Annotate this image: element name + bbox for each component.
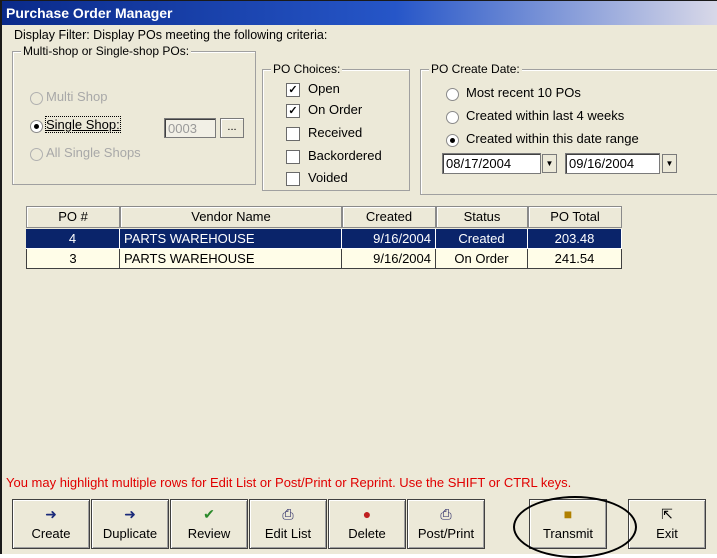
shop-scope-legend: Multi-shop or Single-shop POs: xyxy=(21,44,192,58)
col-header-created[interactable]: Created xyxy=(342,206,436,228)
post-print-button[interactable]: ⎙ Post/Print xyxy=(407,499,485,549)
transmit-button[interactable]: ■ Transmit xyxy=(529,499,607,549)
from-date-dropdown[interactable]: ▼ xyxy=(542,154,557,173)
col-header-po[interactable]: PO # xyxy=(26,206,120,228)
exit-button-label: Exit xyxy=(656,526,678,541)
review-button[interactable]: ✔ Review xyxy=(170,499,248,549)
delete-button[interactable]: ● Delete xyxy=(328,499,406,549)
multi-shop-label: Multi Shop xyxy=(46,89,108,104)
post-print-button-label: Post/Print xyxy=(417,526,475,541)
col-header-total[interactable]: PO Total xyxy=(528,206,622,228)
po-choices-legend: PO Choices: xyxy=(271,62,343,76)
window-title: Purchase Order Manager xyxy=(6,5,173,21)
last-4-weeks-radio[interactable] xyxy=(446,111,459,124)
single-shop-radio[interactable] xyxy=(30,120,43,133)
col-header-status[interactable]: Status xyxy=(436,206,528,228)
shop-code-field[interactable]: 0003 xyxy=(164,118,216,138)
duplicate-button[interactable]: ➜ Duplicate xyxy=(91,499,169,549)
voided-checkbox[interactable] xyxy=(286,172,300,186)
single-shop-label: Single Shop: xyxy=(45,116,121,133)
review-button-label: Review xyxy=(187,526,231,541)
most-recent-radio[interactable] xyxy=(446,88,459,101)
shop-browse-button[interactable]: ... xyxy=(220,118,244,138)
exit-button[interactable]: ⇱ Exit xyxy=(628,499,706,549)
title-bar: Purchase Order Manager xyxy=(2,1,717,25)
created-cell: 9/16/2004 xyxy=(342,249,436,269)
open-checkbox[interactable]: ✓ xyxy=(286,83,300,97)
edit-list-button-label: Edit List xyxy=(264,526,312,541)
date-range-radio[interactable] xyxy=(446,134,459,147)
on-order-label: On Order xyxy=(308,102,363,117)
delete-button-label: Delete xyxy=(348,526,386,541)
voided-label: Voided xyxy=(308,170,348,185)
status-cell: Created xyxy=(436,229,528,249)
all-single-shops-radio[interactable] xyxy=(30,148,43,161)
exit-icon: ⇱ xyxy=(661,506,673,522)
printer-icon: ⎙ xyxy=(440,506,452,522)
po-total-cell: 203.48 xyxy=(528,229,622,249)
date-range-label: Created within this date range xyxy=(466,131,639,146)
vendor-name-cell: PARTS WAREHOUSE xyxy=(120,229,342,249)
multi-select-hint: You may highlight multiple rows for Edit… xyxy=(6,475,572,490)
received-label: Received xyxy=(308,125,363,140)
duplicate-icon: ➜ xyxy=(124,506,136,522)
all-single-shops-label: All Single Shops xyxy=(46,145,141,160)
multi-shop-radio[interactable] xyxy=(30,92,43,105)
printer-icon: ⎙ xyxy=(282,506,294,522)
create-button-label: Create xyxy=(31,526,71,541)
po-number-cell: 3 xyxy=(26,249,120,269)
duplicate-button-label: Duplicate xyxy=(102,526,158,541)
backordered-label: Backordered xyxy=(308,148,382,163)
backordered-checkbox[interactable] xyxy=(286,150,300,164)
received-checkbox[interactable] xyxy=(286,127,300,141)
col-header-vendor[interactable]: Vendor Name xyxy=(120,206,342,228)
chevron-down-icon: ▼ xyxy=(545,159,554,168)
po-number-cell: 4 xyxy=(26,229,120,249)
create-icon: ➜ xyxy=(45,506,57,522)
edit-list-button[interactable]: ⎙ Edit List xyxy=(249,499,327,549)
to-date-dropdown[interactable]: ▼ xyxy=(662,154,677,173)
created-cell: 9/16/2004 xyxy=(342,229,436,249)
transmit-button-label: Transmit xyxy=(542,526,594,541)
create-date-legend: PO Create Date: xyxy=(429,62,522,76)
transmit-icon: ■ xyxy=(563,506,573,522)
open-label: Open xyxy=(308,81,340,96)
vendor-name-cell: PARTS WAREHOUSE xyxy=(120,249,342,269)
to-date-field[interactable]: 09/16/2004 xyxy=(565,153,660,174)
chevron-down-icon: ▼ xyxy=(665,159,674,168)
delete-icon: ● xyxy=(362,506,372,522)
last-4-weeks-label: Created within last 4 weeks xyxy=(466,108,625,123)
checkmark-icon: ✔ xyxy=(203,506,215,522)
from-date-field[interactable]: 08/17/2004 xyxy=(442,153,541,174)
purchase-order-manager-window: Purchase Order Manager Display Filter: D… xyxy=(0,0,717,558)
most-recent-label: Most recent 10 POs xyxy=(466,85,581,100)
on-order-checkbox[interactable]: ✓ xyxy=(286,104,300,118)
status-cell: On Order xyxy=(436,249,528,269)
po-total-cell: 241.54 xyxy=(528,249,622,269)
display-filter-caption: Display Filter: Display POs meeting the … xyxy=(14,28,328,42)
create-button[interactable]: ➜ Create xyxy=(12,499,90,549)
